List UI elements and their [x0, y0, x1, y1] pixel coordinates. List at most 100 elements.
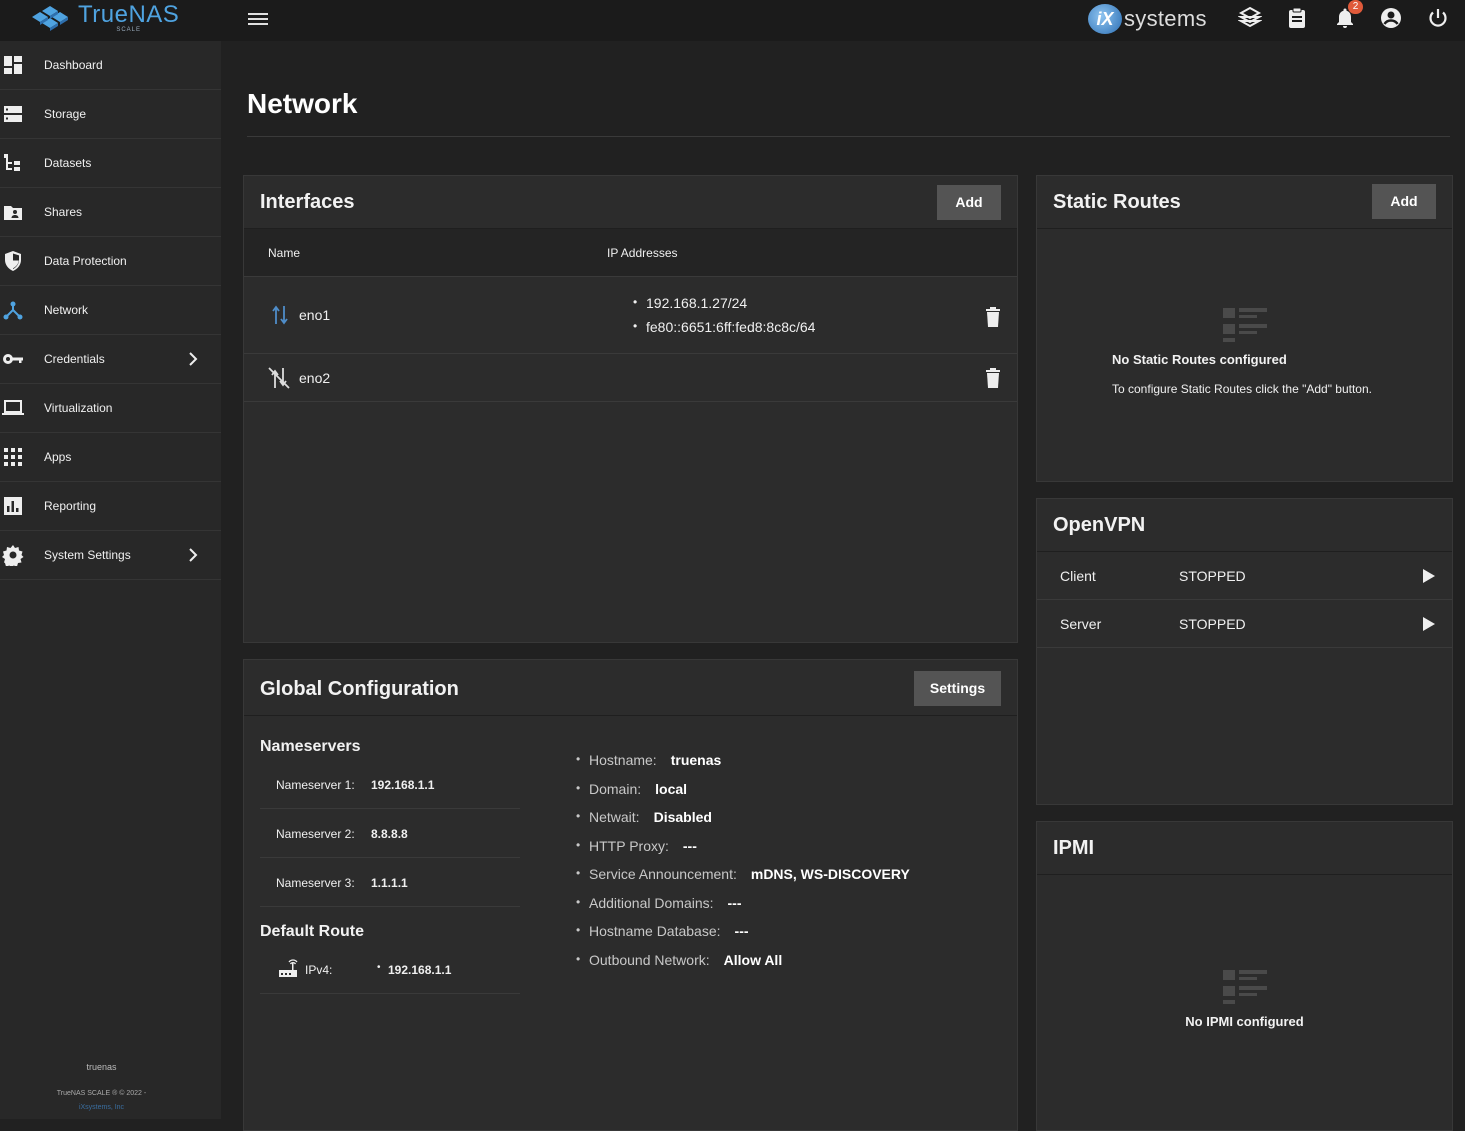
router-icon: [279, 959, 298, 977]
interfaces-card: Interfaces Add Name IP Addresses eno1 19…: [243, 175, 1018, 643]
default-route-heading: Default Route: [260, 923, 364, 940]
ixsystems-logo[interactable]: iX systems: [1088, 3, 1207, 35]
divider: [247, 136, 1450, 137]
shield-icon: [5, 251, 21, 271]
sidebar-item-label: System Settings: [44, 548, 131, 562]
link-up-icon: [272, 305, 288, 325]
page-title: Network: [247, 88, 358, 119]
apps-icon: [4, 448, 22, 466]
ix-mark: iX: [1088, 4, 1122, 34]
table-row[interactable]: eno2: [244, 354, 1017, 402]
empty-state-title: No IPMI configured: [1185, 1014, 1304, 1029]
truecommand-icon[interactable]: [1238, 6, 1262, 30]
ip-address: fe80::6651:6ff:fed8:8c8c/64: [633, 319, 815, 335]
service-status: STOPPED: [1179, 616, 1246, 632]
column-header-name[interactable]: Name: [268, 246, 300, 260]
sidebar-item-credentials[interactable]: Credentials: [0, 335, 221, 384]
shares-icon: [4, 206, 22, 220]
truenas-logo[interactable]: TrueNAS SCALE: [28, 2, 179, 34]
storage-icon: [4, 106, 22, 122]
service-status: STOPPED: [1179, 568, 1246, 584]
global-settings-button[interactable]: Settings: [914, 671, 1001, 706]
power-icon[interactable]: [1426, 6, 1450, 30]
static-routes-card: Static Routes Add No Static Routes confi…: [1036, 175, 1453, 482]
ipv4-label: IPv4:: [305, 963, 333, 977]
config-domain: Domain:local: [576, 781, 687, 797]
nameserver-label: Nameserver 2:: [276, 827, 355, 841]
service-label: Server: [1060, 616, 1102, 632]
nameservers-heading: Nameservers: [260, 738, 361, 755]
menu-toggle-button[interactable]: [248, 10, 268, 30]
list-item: Server STOPPED: [1037, 600, 1452, 648]
sidebar-item-datasets[interactable]: Datasets: [0, 139, 221, 188]
sidebar-item-system-settings[interactable]: System Settings: [0, 531, 221, 580]
table-header: Name IP Addresses: [244, 229, 1017, 277]
sidebar-item-apps[interactable]: Apps: [0, 433, 221, 482]
bullet: •: [377, 962, 381, 973]
card-title: Global Configuration: [260, 678, 459, 700]
default-route-row: IPv4: 192.168.1.1 •: [260, 945, 520, 994]
sidebar-item-shares[interactable]: Shares: [0, 188, 221, 237]
sidebar-item-label: Data Protection: [44, 254, 127, 268]
card-header: OpenVPN: [1037, 499, 1452, 552]
company-link[interactable]: iXsystems, Inc: [0, 1104, 203, 1111]
card-header: Static Routes Add: [1037, 176, 1452, 229]
card-title: Static Routes: [1053, 191, 1181, 213]
chevron-right-icon: [189, 352, 198, 366]
sidebar-item-dashboard[interactable]: Dashboard: [0, 41, 221, 90]
chart-icon: [4, 497, 22, 515]
sidebar-item-label: Credentials: [44, 352, 105, 366]
sidebar: Dashboard Storage Datasets Shares Data P…: [0, 41, 221, 1119]
empty-state-message: To configure Static Routes click the "Ad…: [1112, 382, 1372, 396]
card-header: Global Configuration Settings: [244, 660, 1017, 716]
sidebar-item-label: Dashboard: [44, 58, 103, 72]
nameserver-label: Nameserver 1:: [276, 778, 355, 792]
column-header-ip-addresses[interactable]: IP Addresses: [607, 246, 678, 260]
add-static-route-button[interactable]: Add: [1372, 184, 1436, 219]
sidebar-item-label: Shares: [44, 205, 83, 219]
config-outbound-network: Outbound Network:Allow All: [576, 952, 782, 968]
ix-wordmark: systems: [1124, 6, 1207, 31]
interface-name: eno2: [299, 370, 331, 386]
play-icon[interactable]: [1423, 617, 1435, 631]
add-interface-button[interactable]: Add: [937, 185, 1001, 220]
empty-state-title: No Static Routes configured: [1112, 352, 1287, 367]
clipboard-icon[interactable]: [1285, 6, 1309, 30]
sidebar-item-network[interactable]: Network: [0, 286, 221, 335]
nameserver-row: Nameserver 1: 192.168.1.1: [260, 760, 520, 809]
empty-list-icon: [1223, 970, 1267, 1004]
account-icon[interactable]: [1379, 6, 1403, 30]
global-configuration-card: Global Configuration Settings Nameserver…: [243, 659, 1018, 1131]
datasets-icon: [4, 154, 20, 171]
config-netwait: Netwait:Disabled: [576, 809, 712, 825]
play-icon[interactable]: [1423, 569, 1435, 583]
card-title: OpenVPN: [1053, 514, 1146, 536]
sidebar-item-data-protection[interactable]: Data Protection: [0, 237, 221, 286]
sidebar-item-label: Reporting: [44, 499, 97, 513]
nameserver-value: 8.8.8.8: [371, 827, 408, 841]
interface-name: eno1: [299, 307, 331, 323]
sidebar-item-label: Apps: [44, 450, 72, 464]
sidebar-item-reporting[interactable]: Reporting: [0, 482, 221, 531]
sidebar-item-storage[interactable]: Storage: [0, 90, 221, 139]
table-row[interactable]: eno1 192.168.1.27/24 fe80::6651:6ff:fed8…: [244, 277, 1017, 354]
delete-icon[interactable]: [985, 307, 1001, 327]
config-hostname: Hostname:truenas: [576, 752, 721, 768]
dashboard-icon: [4, 56, 22, 74]
service-label: Client: [1060, 568, 1096, 584]
copyright-text: TrueNAS SCALE ® © 2022 -: [56, 1090, 147, 1097]
laptop-icon: [2, 400, 24, 415]
list-item: Client STOPPED: [1037, 552, 1452, 600]
nameserver-row: Nameserver 3: 1.1.1.1: [260, 858, 520, 907]
nameserver-value: 192.168.1.1: [371, 778, 435, 792]
delete-icon[interactable]: [985, 368, 1001, 388]
sidebar-item-virtualization[interactable]: Virtualization: [0, 384, 221, 433]
truenas-logo-icon: [32, 6, 68, 31]
network-icon: [3, 301, 23, 320]
nameserver-row: Nameserver 2: 8.8.8.8: [260, 809, 520, 858]
sidebar-item-label: Virtualization: [44, 401, 113, 415]
link-down-icon: [268, 367, 290, 389]
openvpn-card: OpenVPN Client STOPPED Server STOPPED: [1036, 498, 1453, 805]
top-toolbar: TrueNAS SCALE iX systems 2: [0, 0, 1465, 41]
ipv4-value: 192.168.1.1: [388, 963, 452, 977]
